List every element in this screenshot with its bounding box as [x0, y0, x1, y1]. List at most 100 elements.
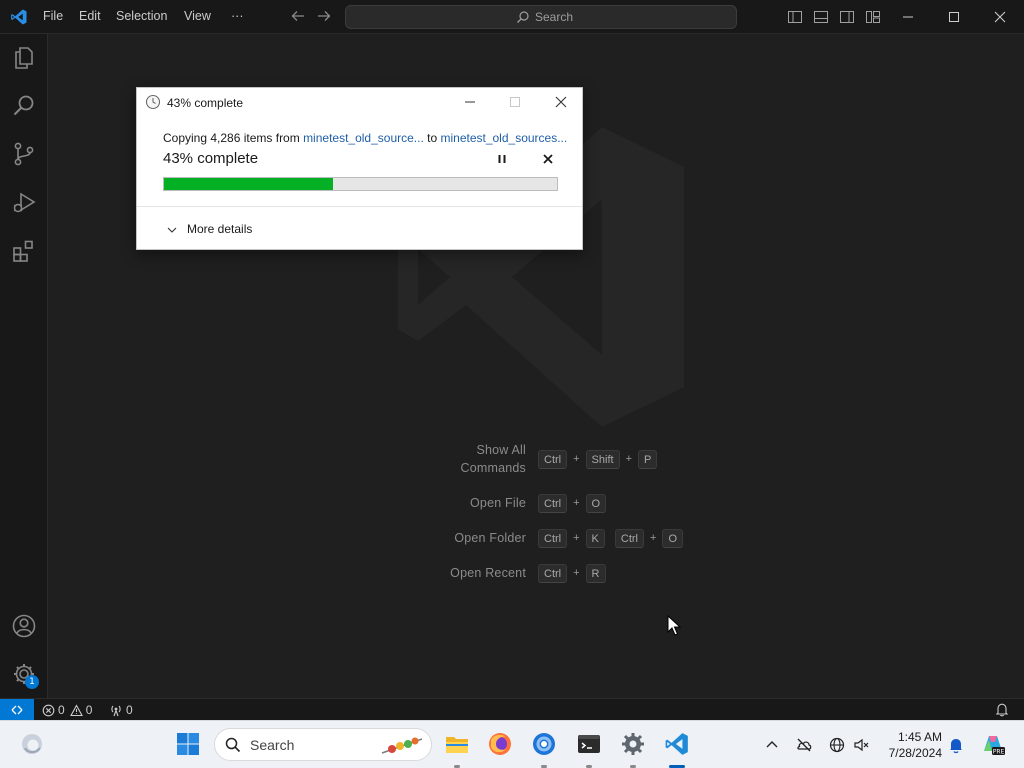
warning-icon [69, 703, 83, 716]
progress-status: 43% complete [163, 150, 259, 167]
clock-date: 7/28/2024 [888, 746, 942, 760]
search-highlight-art-icon [381, 737, 423, 754]
close-window-icon[interactable] [991, 8, 1009, 26]
search-label: Search [535, 10, 574, 24]
forward-arrow-icon[interactable] [315, 7, 333, 25]
progress-fill [164, 178, 333, 190]
clock-time: 1:45 AM [897, 730, 942, 744]
copy-prefix: Copying 4,286 items from [163, 131, 304, 145]
volume-muted-icon[interactable] [853, 736, 871, 754]
key-plus: + [625, 453, 632, 465]
maximize-icon[interactable] [945, 8, 963, 26]
shortcut-open-recent[interactable]: Open Recent Ctrl + R [49, 563, 1024, 589]
key-plus: + [573, 532, 580, 544]
run-debug-icon[interactable] [11, 190, 37, 216]
toggle-panel-icon[interactable] [813, 9, 829, 25]
firefox-icon[interactable] [487, 731, 513, 757]
edge-widget-icon[interactable] [19, 731, 45, 757]
remote-indicator[interactable] [0, 699, 34, 720]
status-bar: 0 0 0 [0, 698, 1024, 720]
shortcut-keys: Ctrl + Shift + P [538, 449, 658, 469]
copy-to-text: to [423, 131, 441, 145]
menu-view[interactable]: View [184, 9, 211, 23]
search-icon [517, 11, 529, 23]
chevron-down-icon[interactable] [167, 225, 177, 235]
back-arrow-icon[interactable] [289, 7, 307, 25]
toggle-secondary-sidebar-icon[interactable] [839, 9, 855, 25]
terminal-icon[interactable] [576, 731, 602, 757]
chevron-up-icon[interactable] [763, 736, 781, 754]
windows-start-icon[interactable] [175, 731, 201, 757]
copilot-pre-icon[interactable]: PRE [980, 731, 1006, 757]
taskbar-search-box[interactable]: Search [214, 728, 432, 761]
toggle-primary-sidebar-icon[interactable] [787, 9, 803, 25]
key-ctrl: Ctrl [538, 493, 568, 513]
minimize-icon[interactable] [899, 8, 917, 26]
error-count: 0 [58, 703, 65, 717]
remote-icon [11, 705, 23, 715]
shortcut-label: Show All Commands [460, 443, 526, 475]
key-plus: + [650, 532, 657, 544]
key-plus: + [573, 453, 580, 465]
notifications-bell-icon[interactable] [995, 702, 1009, 717]
chrome-icon[interactable] [531, 731, 557, 757]
menu-more[interactable]: ··· [231, 9, 244, 23]
shortcut-label: Open File [470, 496, 526, 510]
menu-selection[interactable]: Selection [116, 9, 167, 23]
dialog-maximize-icon [510, 97, 520, 107]
windows-taskbar: Search 1:45 AM 7/28/2024 PRE [0, 720, 1024, 768]
key-r: R [585, 563, 606, 583]
extensions-icon[interactable] [11, 238, 37, 264]
svg-text:PRE: PRE [993, 749, 1005, 756]
dialog-close-icon[interactable] [553, 94, 569, 110]
ports-indicator[interactable]: 0 [109, 702, 133, 718]
search-view-icon[interactable] [11, 93, 37, 119]
broadcast-icon [111, 705, 121, 716]
source-control-icon[interactable] [11, 141, 37, 167]
menu-edit[interactable]: Edit [79, 9, 101, 23]
vscode-logo-icon[interactable] [10, 8, 28, 26]
menu-file[interactable]: File [43, 9, 63, 23]
dialog-divider [137, 206, 582, 207]
accounts-icon[interactable] [11, 613, 37, 639]
key-ctrl: Ctrl [538, 449, 568, 469]
file-explorer-icon[interactable] [444, 731, 470, 757]
system-clock[interactable]: 1:45 AM 7/28/2024 [880, 729, 942, 761]
shortcut-show-all-commands[interactable]: Show All Commands Ctrl + Shift + P [49, 442, 1024, 475]
customize-layout-icon[interactable] [865, 9, 881, 25]
activity-bar: 1 [0, 34, 48, 698]
dialog-minimize-icon[interactable] [462, 94, 478, 110]
shortcut-keys: Ctrl + K Ctrl + O [538, 528, 683, 548]
command-center-search[interactable]: Search [345, 5, 737, 29]
source-folder-link[interactable]: minetest_old_source... [303, 131, 424, 145]
key-ctrl: Ctrl [538, 528, 568, 548]
key-p: P [638, 449, 658, 469]
settings-update-badge: 1 [25, 675, 39, 689]
key-plus: + [573, 567, 580, 579]
destination-folder-link[interactable]: minetest_old_sources... [440, 131, 567, 145]
vscode-taskbar-icon[interactable] [664, 731, 690, 757]
cancel-copy-icon[interactable] [541, 152, 555, 166]
key-o: O [585, 493, 607, 513]
dialog-title: 43% complete [167, 96, 244, 110]
title-bar: File Edit Selection View ··· Search [0, 0, 1024, 34]
onedrive-offline-icon[interactable] [795, 736, 813, 754]
mouse-cursor-icon [667, 615, 681, 636]
key-plus: + [573, 497, 580, 509]
shortcut-open-folder[interactable]: Open Folder Ctrl + K Ctrl + O [49, 528, 1024, 554]
key-k: K [585, 528, 605, 548]
shortcut-open-file[interactable]: Open File Ctrl + O [49, 493, 1024, 519]
shortcut-keys: Ctrl + R [538, 563, 606, 583]
progress-bar [163, 177, 558, 191]
key-shift: Shift [585, 449, 620, 469]
taskbar-search-label: Search [250, 737, 295, 753]
explorer-icon[interactable] [11, 45, 37, 71]
shortcut-keys: Ctrl + O [538, 493, 607, 513]
network-globe-icon[interactable] [828, 736, 846, 754]
settings-gear-icon[interactable] [620, 731, 646, 757]
key-o: O [662, 528, 683, 548]
more-details-toggle[interactable]: More details [187, 222, 252, 236]
notification-bell-icon[interactable] [947, 736, 965, 754]
pause-icon[interactable] [495, 152, 509, 166]
problems-indicator[interactable]: 0 0 [42, 702, 92, 718]
